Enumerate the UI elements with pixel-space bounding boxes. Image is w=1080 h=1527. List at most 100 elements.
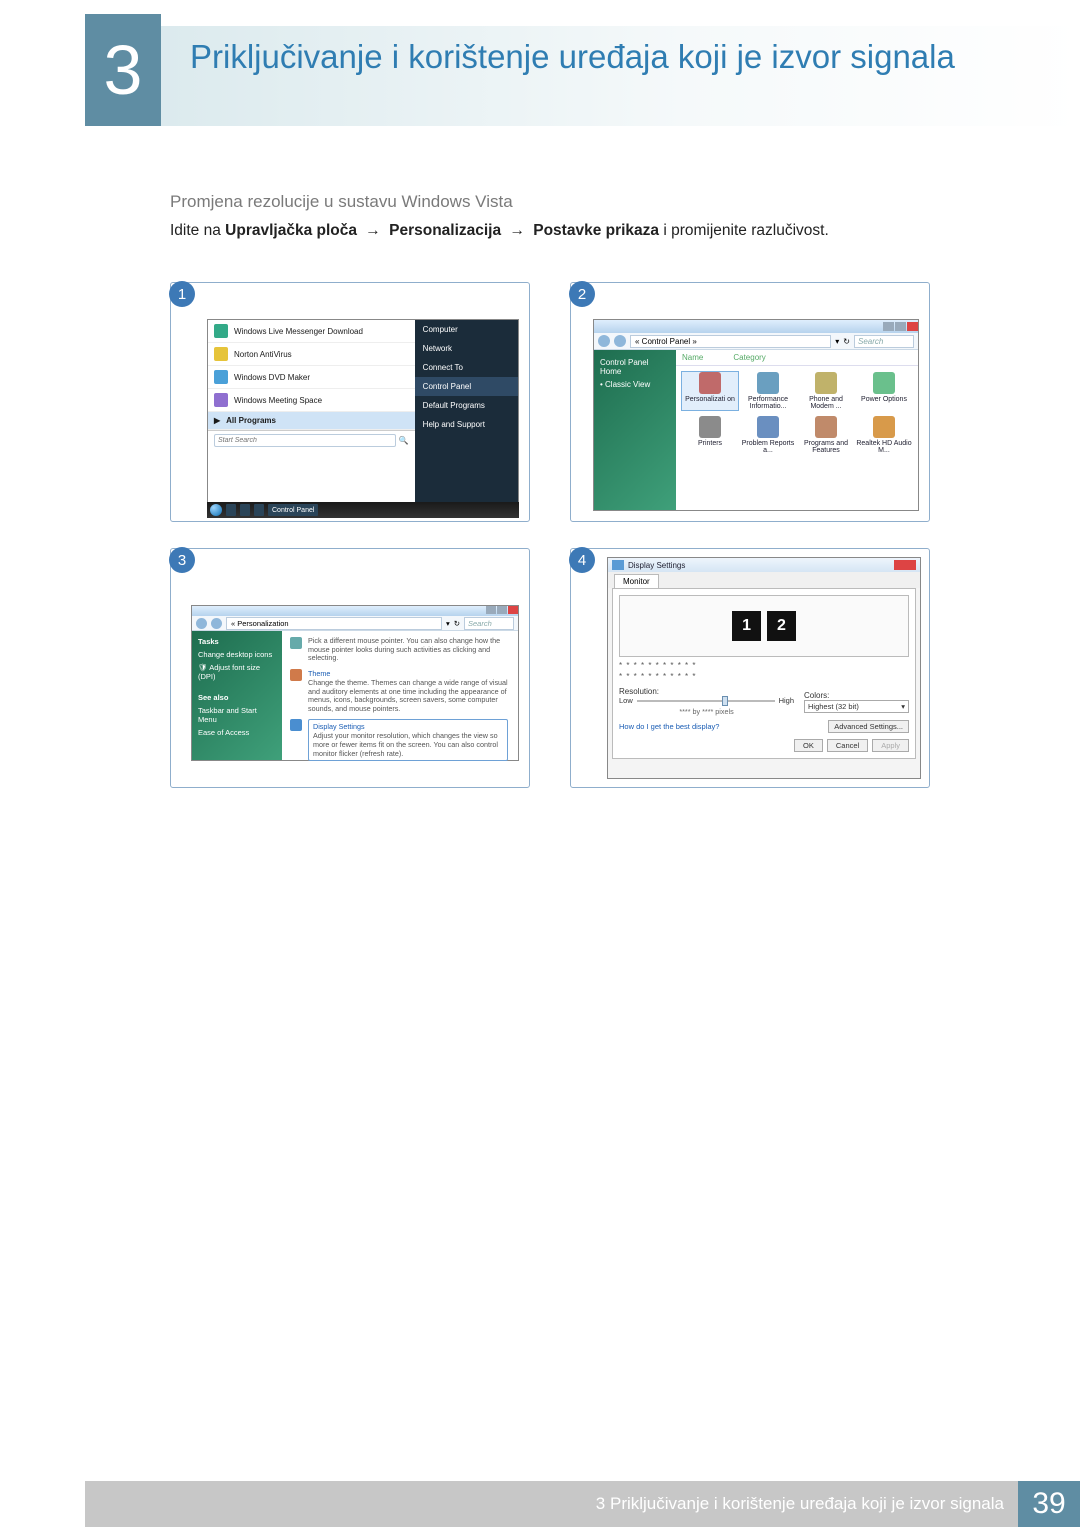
refresh-icon[interactable]: ↻ [454, 619, 460, 628]
entry-desc: Adjust your monitor resolution, which ch… [313, 732, 503, 758]
start-item[interactable]: Windows Meeting Space [208, 389, 415, 412]
taskbar-quicklaunch[interactable] [254, 504, 264, 516]
close-icon[interactable] [508, 606, 518, 614]
taskbar-button[interactable]: Control Panel [268, 504, 318, 516]
start-orb-icon[interactable] [210, 504, 222, 516]
right-item[interactable]: Help and Support [415, 415, 518, 434]
chevron-down-icon[interactable]: ▾ [835, 337, 839, 346]
right-item[interactable]: Default Programs [415, 396, 518, 415]
entry-desc: Change the theme. Themes can change a wi… [308, 679, 508, 714]
slider-high: High [779, 696, 794, 705]
refresh-icon[interactable]: ↻ [843, 337, 850, 346]
printers-icon [699, 416, 721, 438]
close-icon[interactable] [907, 322, 918, 331]
breadcrumb[interactable]: « Control Panel » [630, 335, 831, 348]
right-item-control-panel[interactable]: Control Panel [415, 377, 518, 396]
cp-item[interactable]: Problem Reports a... [740, 416, 796, 454]
sidebar-link[interactable]: Control Panel Home [600, 356, 670, 378]
ok-button[interactable]: OK [794, 739, 823, 752]
personalization-main: Mouse Pointers Pick a different mouse po… [282, 631, 518, 760]
right-item[interactable]: Connect To [415, 358, 518, 377]
cp-item[interactable]: Programs and Features [798, 416, 854, 454]
search-field[interactable]: Search [854, 335, 914, 348]
personalization-entry[interactable]: Theme Change the theme. Themes can chang… [290, 669, 510, 714]
cp-item-personalization[interactable]: Personalizati on [682, 372, 738, 410]
right-item[interactable]: Computer [415, 320, 518, 339]
slider-track[interactable] [637, 700, 775, 702]
forward-icon[interactable] [211, 618, 222, 629]
sidebar-link[interactable]: • Classic View [600, 378, 670, 391]
back-icon[interactable] [196, 618, 207, 629]
personalization-entry[interactable]: Mouse Pointers Pick a different mouse po… [290, 637, 510, 663]
panel-number: 2 [569, 281, 595, 307]
resolution-label: Resolution: [619, 687, 794, 696]
tab-monitor[interactable]: Monitor [614, 574, 659, 588]
breadcrumb[interactable]: « Personalization [226, 617, 442, 630]
start-item[interactable]: Windows Live Messenger Download [208, 320, 415, 343]
colors-label: Colors: [804, 691, 909, 700]
instruction-prefix: Idite na [170, 222, 225, 239]
colors-select[interactable]: Highest (32 bit)▾ [804, 700, 909, 713]
close-icon[interactable] [894, 560, 916, 570]
programs-icon [815, 416, 837, 438]
start-item[interactable]: Windows DVD Maker [208, 366, 415, 389]
display-icon [290, 719, 302, 731]
start-menu-right-pane: Computer Network Connect To Control Pane… [415, 320, 518, 510]
start-item[interactable]: Norton AntiVirus [208, 343, 415, 366]
entry-desc: Pick a different mouse pointer. You can … [308, 637, 508, 663]
panel-4: 4 Display Settings Monitor 1 2 * * * * *… [570, 548, 930, 788]
window-titlebar [192, 606, 518, 616]
start-menu-left-pane: Windows Live Messenger Download Norton A… [208, 320, 415, 510]
search-input[interactable] [214, 434, 396, 447]
checkbox-stub[interactable]: * * * * * * * * * * * [619, 661, 909, 670]
advanced-button[interactable]: Advanced Settings... [828, 720, 909, 733]
cp-item[interactable]: Power Options [856, 372, 912, 410]
colors-group: Colors: Highest (32 bit)▾ [804, 691, 909, 713]
chapter-number: 3 [104, 30, 143, 110]
all-programs[interactable]: ▶All Programs [208, 412, 415, 430]
resolution-value: **** by **** pixels [619, 707, 794, 716]
right-item[interactable]: Network [415, 339, 518, 358]
monitor-1[interactable]: 1 [732, 611, 761, 641]
minimize-icon[interactable] [486, 606, 496, 614]
task-link[interactable]: Change desktop icons [198, 648, 276, 661]
entry-title: Theme [308, 669, 508, 678]
panel-number: 1 [169, 281, 195, 307]
monitor-preview[interactable]: 1 2 [619, 595, 909, 657]
section-subheading: Promjena rezolucije u sustavu Windows Vi… [170, 192, 513, 212]
maximize-icon[interactable] [895, 322, 906, 331]
cp-item[interactable]: Phone and Modem ... [798, 372, 854, 410]
breadcrumb-step-2: Personalizacija [389, 222, 501, 239]
cancel-button[interactable]: Cancel [827, 739, 868, 752]
start-search[interactable]: 🔍 [208, 430, 415, 450]
taskbar-quicklaunch[interactable] [240, 504, 250, 516]
resolution-slider[interactable]: Low High [619, 696, 794, 705]
taskbar-quicklaunch[interactable] [226, 504, 236, 516]
back-icon[interactable] [598, 335, 610, 347]
start-menu-screenshot: Windows Live Messenger Download Norton A… [207, 319, 519, 511]
slider-thumb[interactable] [722, 696, 728, 706]
checkbox-stub[interactable]: * * * * * * * * * * * [619, 672, 909, 681]
cp-item[interactable]: Performance Informatio... [740, 372, 796, 410]
mouse-icon [290, 637, 302, 649]
monitor-2[interactable]: 2 [767, 611, 796, 641]
search-field[interactable]: Search [464, 617, 514, 630]
maximize-icon[interactable] [497, 606, 507, 614]
personalization-entry-display[interactable]: Display Settings Adjust your monitor res… [290, 719, 510, 761]
footer-text: 3 Priključivanje i korištenje uređaja ko… [596, 1494, 1018, 1514]
cp-item[interactable]: Realtek HD Audio M... [856, 416, 912, 454]
see-link[interactable]: Taskbar and Start Menu [198, 704, 276, 726]
col-name: Name [682, 353, 703, 362]
taskbar: Control Panel [207, 502, 519, 518]
forward-icon[interactable] [614, 335, 626, 347]
problem-icon [757, 416, 779, 438]
help-link[interactable]: How do I get the best display? [619, 722, 719, 731]
apply-button[interactable]: Apply [872, 739, 909, 752]
minimize-icon[interactable] [883, 322, 894, 331]
chevron-down-icon[interactable]: ▾ [446, 619, 450, 628]
task-link[interactable]: 🛡 Adjust font size (DPI) [198, 661, 276, 683]
cp-item[interactable]: Printers [682, 416, 738, 454]
col-category: Category [733, 353, 765, 362]
instruction-text: Idite na Upravljačka ploča → Personaliza… [170, 222, 829, 240]
see-link[interactable]: Ease of Access [198, 726, 276, 739]
